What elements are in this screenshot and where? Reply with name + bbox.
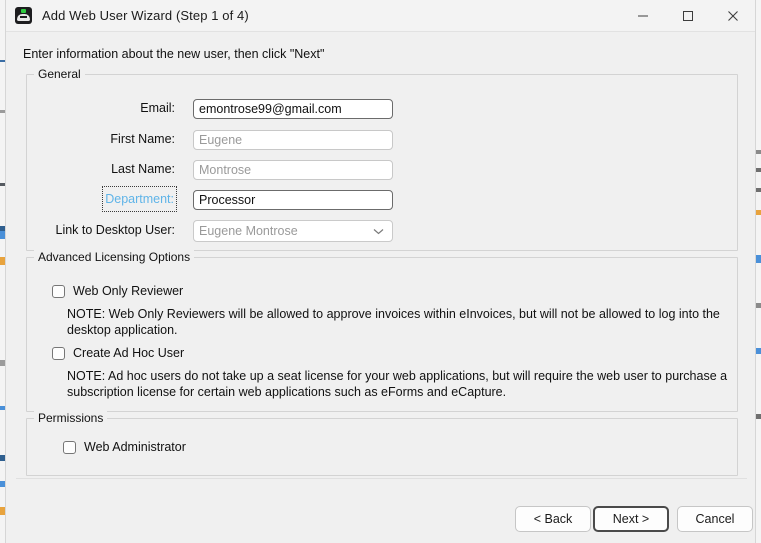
department-link[interactable]: Department: bbox=[27, 186, 177, 212]
general-group: General Email: emontrose99@gmail.com Fir… bbox=[26, 67, 738, 251]
first-name-input[interactable]: Eugene bbox=[193, 130, 393, 150]
last-name-input[interactable]: Montrose bbox=[193, 160, 393, 180]
chevron-down-icon bbox=[373, 221, 384, 241]
close-button[interactable] bbox=[710, 0, 755, 32]
minimize-button[interactable] bbox=[620, 0, 665, 32]
add-web-user-wizard-dialog: Add Web User Wizard (Step 1 of 4) Enter … bbox=[5, 0, 756, 543]
create-ad-hoc-user-label: Create Ad Hoc User bbox=[73, 346, 185, 360]
field-row-link-to-desktop-user: Link to Desktop User: Eugene Montrose bbox=[27, 219, 737, 242]
field-row-last-name: Last Name: Montrose bbox=[27, 158, 737, 180]
department-input[interactable]: Processor bbox=[193, 190, 393, 210]
permissions-group-title: Permissions bbox=[34, 411, 108, 425]
link-to-desktop-user-value: Eugene Montrose bbox=[199, 224, 298, 238]
field-row-first-name: First Name: Eugene bbox=[27, 128, 737, 150]
instruction-text: Enter information about the new user, th… bbox=[23, 47, 325, 61]
window-controls bbox=[620, 0, 755, 32]
cancel-button[interactable]: Cancel bbox=[677, 506, 753, 532]
title-bar[interactable]: Add Web User Wizard (Step 1 of 4) bbox=[6, 0, 755, 32]
checkbox-icon[interactable] bbox=[63, 440, 76, 454]
link-to-desktop-user-label: Link to Desktop User: bbox=[55, 223, 176, 237]
footer-divider bbox=[16, 478, 747, 479]
button-bar: < Back Next > Cancel bbox=[6, 506, 755, 532]
checkbox-icon[interactable] bbox=[52, 284, 65, 298]
close-icon bbox=[727, 11, 738, 21]
advanced-licensing-options-group: Advanced Licensing Options Web Only Revi… bbox=[26, 250, 738, 412]
first-name-label: First Name: bbox=[110, 132, 175, 146]
department-link-label: Department: bbox=[102, 186, 177, 212]
web-only-reviewer-label: Web Only Reviewer bbox=[73, 284, 184, 298]
app-icon bbox=[15, 7, 32, 24]
general-group-title: General bbox=[34, 67, 85, 81]
web-only-reviewer-note: NOTE: Web Only Reviewers will be allowed… bbox=[67, 307, 720, 337]
next-button[interactable]: Next > bbox=[593, 506, 669, 532]
permissions-group: Permissions Web Administrator bbox=[26, 411, 738, 476]
minimize-icon bbox=[637, 15, 648, 17]
maximize-icon bbox=[682, 11, 693, 21]
create-ad-hoc-user-note: NOTE: Ad hoc users do not take up a seat… bbox=[67, 369, 728, 399]
email-input[interactable]: emontrose99@gmail.com bbox=[193, 99, 393, 119]
web-administrator-label: Web Administrator bbox=[84, 440, 186, 454]
screen: Add Web User Wizard (Step 1 of 4) Enter … bbox=[0, 0, 761, 543]
field-row-email: Email: emontrose99@gmail.com bbox=[27, 97, 737, 119]
window-title: Add Web User Wizard (Step 1 of 4) bbox=[42, 8, 249, 23]
checkbox-web-only-reviewer[interactable]: Web Only Reviewer bbox=[52, 284, 183, 298]
email-label: Email: bbox=[140, 101, 175, 115]
link-to-desktop-user-select[interactable]: Eugene Montrose bbox=[193, 220, 393, 242]
field-row-department: Department: Processor bbox=[27, 186, 737, 212]
checkbox-create-ad-hoc-user[interactable]: Create Ad Hoc User bbox=[52, 346, 184, 360]
checkbox-web-administrator[interactable]: Web Administrator bbox=[63, 440, 186, 454]
background-window-right-edge bbox=[756, 0, 761, 543]
checkbox-icon[interactable] bbox=[52, 346, 65, 360]
back-button[interactable]: < Back bbox=[515, 506, 591, 532]
advanced-group-title: Advanced Licensing Options bbox=[34, 250, 195, 264]
last-name-label: Last Name: bbox=[111, 162, 175, 176]
maximize-button[interactable] bbox=[665, 0, 710, 32]
